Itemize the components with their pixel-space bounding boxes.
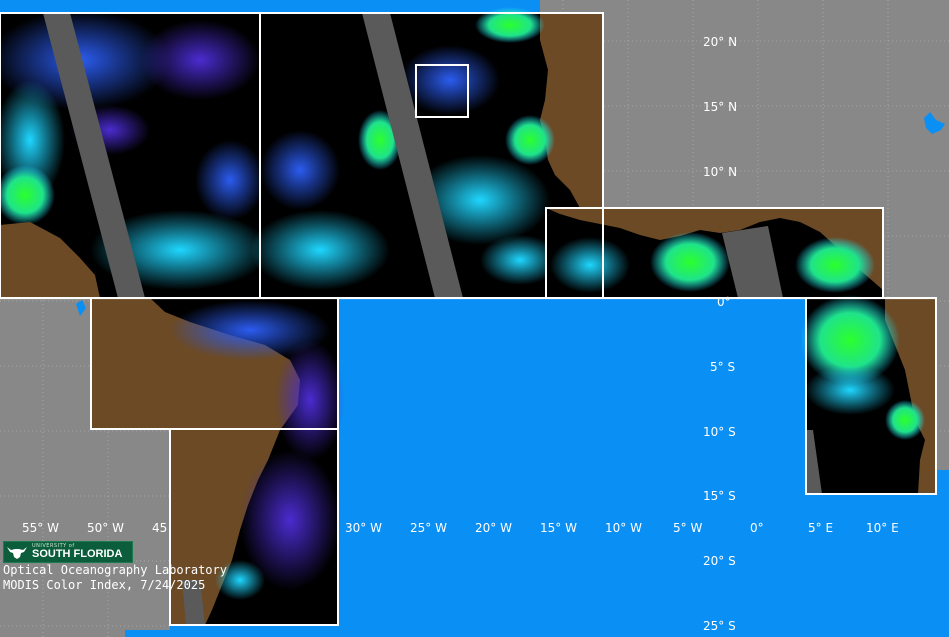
lon-label: 50° W [87, 521, 124, 535]
usf-logo: UNIVERSITY of SOUTH FLORIDA [3, 541, 133, 563]
lat-label: 20° N [703, 35, 737, 49]
lon-label: 5° E [808, 521, 833, 535]
lat-label: 10° S [703, 425, 736, 439]
lon-label: 5° W [673, 521, 702, 535]
logo-name-text: SOUTH FLORIDA [32, 548, 123, 560]
lon-label: 20° W [475, 521, 512, 535]
credits-block: UNIVERSITY of SOUTH FLORIDA Optical Ocea… [3, 541, 263, 593]
tile-northwest [0, 10, 270, 298]
lat-label: 20° S [703, 554, 736, 568]
tile-gulf-guinea [546, 208, 883, 298]
tile-southeast [800, 295, 936, 494]
lat-label: 25° S [703, 619, 736, 633]
lat-label: 0° [717, 295, 731, 309]
lat-label: 15° N [703, 100, 737, 114]
lon-label: 30° W [345, 521, 382, 535]
lon-label: 10° E [866, 521, 899, 535]
lab-name: Optical Oceanography Laboratory [3, 563, 227, 577]
lon-label: 0° [750, 521, 764, 535]
lat-label: 5° S [710, 360, 735, 374]
lat-label: 10° N [703, 165, 737, 179]
lon-label: 15° W [540, 521, 577, 535]
lon-label: 55° W [22, 521, 59, 535]
lon-label: 10° W [605, 521, 642, 535]
usf-bull-icon [7, 547, 27, 559]
lon-label: 45 [152, 521, 167, 535]
lat-label: 15° S [703, 489, 736, 503]
lon-label: 25° W [410, 521, 447, 535]
product-date: MODIS Color Index, 7/24/2025 [3, 578, 206, 592]
